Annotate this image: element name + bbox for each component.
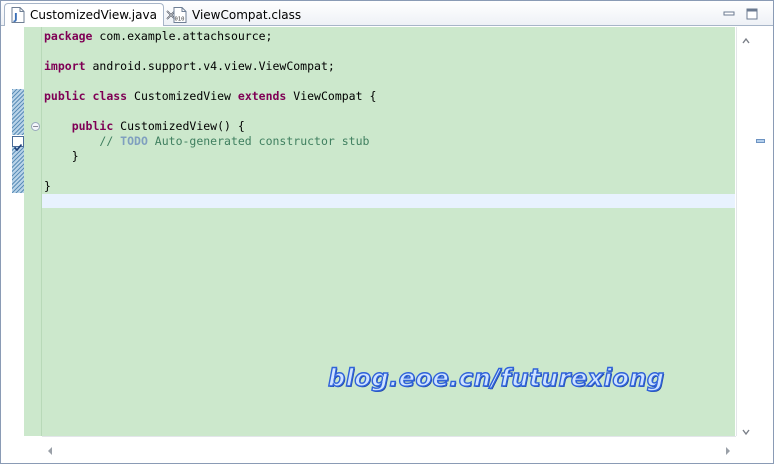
comment: // bbox=[99, 134, 121, 148]
code-text: ViewCompat { bbox=[286, 89, 377, 103]
keyword: extends bbox=[237, 89, 287, 103]
task-checkbox-icon[interactable] bbox=[12, 136, 24, 152]
comment: Auto-generated constructor stub bbox=[147, 134, 370, 148]
todo-tag: TODO bbox=[120, 134, 148, 148]
scroll-right-icon[interactable] bbox=[724, 441, 732, 455]
tab-label: ViewCompat.class bbox=[192, 7, 302, 22]
minimize-icon[interactable] bbox=[722, 6, 736, 20]
code-line-import: import android.support.v4.view.ViewCompa… bbox=[44, 59, 335, 74]
svg-text:J: J bbox=[13, 12, 18, 23]
tab-customizedview-java[interactable]: J CustomizedView.java bbox=[4, 3, 176, 26]
folding-ruler: − bbox=[24, 27, 42, 436]
scroll-left-icon[interactable] bbox=[46, 441, 54, 455]
keyword: package bbox=[44, 29, 93, 43]
tab-label: CustomizedView.java bbox=[30, 8, 157, 22]
current-line-highlight bbox=[42, 194, 735, 208]
scroll-down-icon[interactable] bbox=[741, 422, 751, 436]
scroll-up-icon[interactable] bbox=[741, 31, 751, 44]
vertical-ruler bbox=[2, 27, 24, 436]
code-line-close-constructor: } bbox=[44, 149, 79, 163]
code-line-close-class: } bbox=[44, 179, 51, 193]
code-text: CustomizedView() { bbox=[113, 119, 245, 133]
code-line-class-declaration: public class CustomizedView extends View… bbox=[44, 89, 376, 104]
svg-text:010: 010 bbox=[175, 16, 185, 22]
editor-tab-bar: J CustomizedView.java 010 ViewCompat.cla… bbox=[1, 1, 773, 26]
code-line-todo-comment: // TODO Auto-generated constructor stub bbox=[44, 134, 369, 149]
class-file-icon: 010 bbox=[173, 6, 187, 23]
overview-ruler-marker[interactable] bbox=[756, 139, 765, 143]
scrollbar-corner bbox=[736, 436, 773, 453]
keyword: public bbox=[44, 89, 86, 103]
keyword: import bbox=[44, 59, 86, 73]
fold-collapse-icon[interactable]: − bbox=[31, 122, 40, 131]
keyword: class bbox=[92, 89, 128, 103]
vertical-scrollbar[interactable] bbox=[736, 27, 773, 436]
code-text: android.support.v4.view.ViewCompat; bbox=[85, 59, 335, 73]
change-indicator bbox=[12, 89, 24, 135]
java-file-icon: J bbox=[11, 7, 25, 23]
watermark-text: blog.eoe.cn/futurexiong bbox=[327, 363, 665, 392]
maximize-icon[interactable] bbox=[745, 6, 759, 20]
horizontal-scrollbar[interactable] bbox=[42, 436, 736, 455]
code-editor[interactable]: − package com.example.attachsource; impo… bbox=[2, 27, 773, 463]
tab-viewcompat-class[interactable]: 010 ViewCompat.class bbox=[167, 3, 301, 26]
code-line-package: package com.example.attachsource; bbox=[44, 29, 272, 44]
keyword: public bbox=[71, 119, 114, 133]
code-text: com.example.attachsource; bbox=[92, 29, 273, 43]
code-text-area[interactable]: package com.example.attachsource; import… bbox=[42, 27, 735, 436]
editor-window: J CustomizedView.java 010 ViewCompat.cla… bbox=[0, 0, 774, 464]
code-line-constructor: public CustomizedView() { bbox=[44, 119, 245, 134]
code-text: CustomizedView bbox=[127, 89, 238, 103]
